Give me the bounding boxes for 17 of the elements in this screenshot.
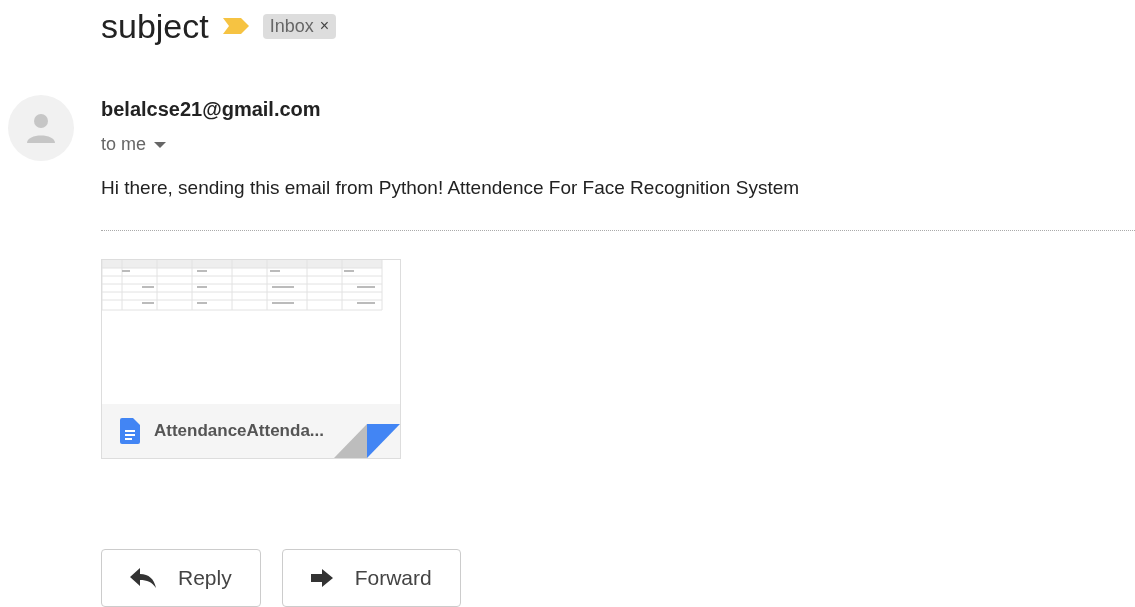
sender-email: belalcse21@gmail.com bbox=[101, 98, 322, 121]
recipient-text: to me bbox=[101, 134, 147, 155]
importance-marker-icon[interactable] bbox=[222, 18, 249, 34]
email-subject: subject bbox=[101, 6, 209, 46]
forward-button[interactable]: Forward bbox=[281, 549, 461, 607]
document-icon bbox=[120, 418, 140, 444]
dropdown-caret-icon[interactable] bbox=[154, 141, 167, 148]
email-body: Hi there, sending this email from Python! Attendence For Face Recognition System bbox=[101, 177, 801, 199]
reply-icon bbox=[130, 568, 156, 588]
reply-button[interactable]: Reply bbox=[101, 549, 261, 607]
attachment-card[interactable]: AttendanceAttenda... bbox=[101, 259, 401, 459]
label-text: Inbox bbox=[269, 15, 314, 37]
person-icon bbox=[27, 113, 55, 143]
forward-icon bbox=[310, 569, 333, 587]
attachment-name: AttendanceAttenda... bbox=[154, 421, 325, 441]
remove-label-button[interactable]: × bbox=[319, 17, 330, 35]
folded-corner-icon bbox=[334, 424, 400, 458]
